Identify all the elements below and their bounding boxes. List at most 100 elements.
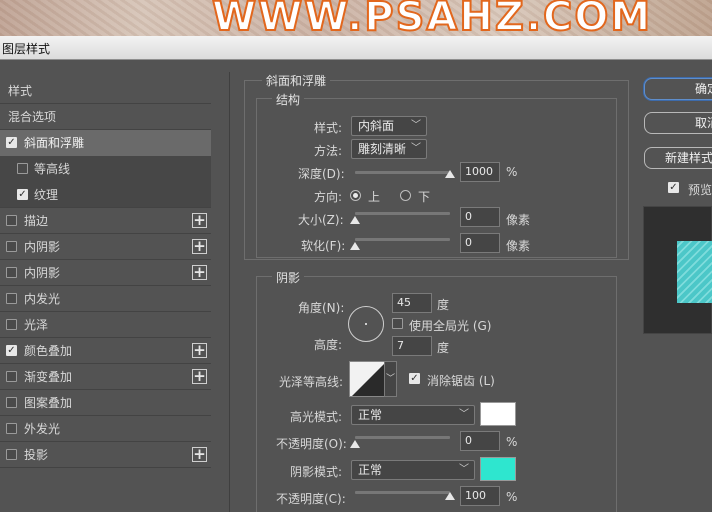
- checkbox-pattern-overlay[interactable]: [6, 397, 17, 408]
- sidebar-item-styles[interactable]: 样式: [0, 78, 211, 104]
- size-input[interactable]: 0: [460, 207, 500, 227]
- sidebar-item-label: 外发光: [24, 422, 61, 436]
- highlight-opacity-input[interactable]: 0: [460, 431, 500, 451]
- highlight-opacity-thumb[interactable]: [350, 440, 360, 448]
- angle-dial[interactable]: [348, 306, 384, 342]
- effects-sidebar: 样式 混合选项 ✓ 斜面和浮雕 等高线 ✓ 纹理 描边 + 内阴影 + 内阴影 …: [0, 78, 211, 512]
- checkbox-gradient-overlay[interactable]: [6, 371, 17, 382]
- shadow-mode-select[interactable]: 正常 ﹀: [351, 460, 475, 480]
- sidebar-item-inner-glow[interactable]: 内发光: [0, 286, 211, 312]
- sidebar-item-satin[interactable]: 光泽: [0, 312, 211, 338]
- style-label: 样式:: [314, 121, 343, 135]
- direction-up-radio[interactable]: [350, 190, 361, 201]
- add-effect-plus-icon[interactable]: +: [192, 213, 207, 228]
- sidebar-item-inner-shadow[interactable]: 内阴影 +: [0, 234, 211, 260]
- shadow-mode-value: 正常: [358, 463, 383, 477]
- depth-unit: %: [506, 165, 518, 179]
- style-select[interactable]: 内斜面 ﹀: [351, 116, 427, 136]
- depth-input[interactable]: 1000: [460, 162, 500, 182]
- checkbox-drop-shadow[interactable]: [6, 449, 17, 460]
- checkbox-color-overlay[interactable]: ✓: [6, 345, 17, 356]
- technique-label: 方法:: [314, 144, 343, 158]
- shadow-mode-label: 阴影模式:: [290, 465, 343, 479]
- sidebar-item-bevel-emboss[interactable]: ✓ 斜面和浮雕: [0, 130, 211, 156]
- checkbox-stroke[interactable]: [6, 215, 17, 226]
- checkbox-inner-shadow[interactable]: [6, 241, 17, 252]
- altitude-input[interactable]: 7: [392, 336, 432, 356]
- soften-input[interactable]: 0: [460, 233, 500, 253]
- direction-up-label: 上: [368, 190, 381, 204]
- shadow-opacity-track[interactable]: [355, 491, 450, 494]
- shadow-opacity-input[interactable]: 100: [460, 486, 500, 506]
- shadow-opacity-unit: %: [506, 490, 518, 504]
- sidebar-item-inner-shadow-2[interactable]: 内阴影 +: [0, 260, 211, 286]
- chevron-down-icon: ﹀: [459, 464, 469, 475]
- checkbox-outer-glow[interactable]: [6, 423, 17, 434]
- checkbox-texture[interactable]: ✓: [17, 189, 28, 200]
- sidebar-item-label: 样式: [8, 84, 33, 98]
- sidebar-item-outer-glow[interactable]: 外发光: [0, 416, 211, 442]
- shadow-color-swatch[interactable]: [480, 457, 516, 481]
- global-light-label: 使用全局光 (G): [409, 319, 492, 333]
- soften-slider-track[interactable]: [355, 238, 450, 241]
- antialias-checkbox[interactable]: ✓: [409, 373, 420, 384]
- sidebar-item-label: 内阴影: [24, 240, 61, 254]
- direction-down-radio[interactable]: [400, 190, 411, 201]
- highlight-color-swatch[interactable]: [480, 402, 516, 426]
- checkbox-bevel-emboss[interactable]: ✓: [6, 137, 17, 148]
- angle-input[interactable]: 45: [392, 293, 432, 313]
- depth-slider-thumb[interactable]: [445, 170, 455, 178]
- sidebar-item-texture[interactable]: ✓ 纹理: [0, 182, 211, 208]
- altitude-label: 高度:: [314, 338, 343, 352]
- gloss-contour-dropdown[interactable]: ﹀: [384, 361, 397, 397]
- add-effect-plus-icon[interactable]: +: [192, 369, 207, 384]
- add-effect-plus-icon[interactable]: +: [192, 265, 207, 280]
- sidebar-item-label: 光泽: [24, 318, 49, 332]
- sidebar-item-drop-shadow[interactable]: 投影 +: [0, 442, 211, 468]
- highlight-mode-value: 正常: [358, 408, 383, 422]
- ok-button[interactable]: 确定: [644, 78, 712, 100]
- shadow-opacity-label: 不透明度(C):: [276, 492, 346, 506]
- sidebar-item-pattern-overlay[interactable]: 图案叠加: [0, 390, 211, 416]
- sidebar-item-contour[interactable]: 等高线: [0, 156, 211, 182]
- gloss-contour-label: 光泽等高线:: [279, 375, 344, 389]
- size-label: 大小(Z):: [298, 213, 344, 227]
- sidebar-item-stroke[interactable]: 描边 +: [0, 208, 211, 234]
- shading-title: 阴影: [272, 269, 305, 286]
- cancel-button[interactable]: 取消: [644, 112, 712, 134]
- new-style-button[interactable]: 新建样式: [644, 147, 712, 169]
- dialog-titlebar: 图层样式: [0, 36, 712, 60]
- preview-label: 预览: [688, 183, 712, 197]
- sidebar-item-label: 图案叠加: [24, 396, 73, 410]
- checkbox-inner-glow[interactable]: [6, 293, 17, 304]
- add-effect-plus-icon[interactable]: +: [192, 447, 207, 462]
- bevel-emboss-title: 斜面和浮雕: [262, 72, 331, 89]
- depth-slider-track[interactable]: [355, 171, 450, 174]
- soften-slider-thumb[interactable]: [350, 242, 360, 250]
- checkbox-inner-shadow-2[interactable]: [6, 267, 17, 278]
- sidebar-item-color-overlay[interactable]: ✓ 颜色叠加 +: [0, 338, 211, 364]
- highlight-opacity-track[interactable]: [355, 436, 450, 439]
- preview-checkbox[interactable]: ✓: [668, 182, 679, 193]
- add-effect-plus-icon[interactable]: +: [192, 239, 207, 254]
- size-slider-thumb[interactable]: [350, 216, 360, 224]
- angle-unit: 度: [437, 298, 450, 312]
- shadow-opacity-thumb[interactable]: [445, 492, 455, 500]
- highlight-mode-select[interactable]: 正常 ﹀: [351, 405, 475, 425]
- global-light-checkbox[interactable]: [392, 318, 403, 329]
- watermark-banner: WWW.PSAHZ.COM: [0, 0, 712, 36]
- size-slider-track[interactable]: [355, 212, 450, 215]
- add-effect-plus-icon[interactable]: +: [192, 343, 207, 358]
- sidebar-item-blending-options[interactable]: 混合选项: [0, 104, 211, 130]
- checkbox-contour[interactable]: [17, 163, 28, 174]
- chevron-down-icon: ﹀: [459, 409, 469, 420]
- structure-title: 结构: [272, 91, 305, 108]
- direction-down-label: 下: [418, 190, 431, 204]
- panel-divider: [229, 72, 230, 512]
- technique-select[interactable]: 雕刻清晰 ﹀: [351, 139, 427, 159]
- direction-label: 方向:: [314, 190, 343, 204]
- sidebar-item-gradient-overlay[interactable]: 渐变叠加 +: [0, 364, 211, 390]
- checkbox-satin[interactable]: [6, 319, 17, 330]
- sidebar-item-label: 斜面和浮雕: [24, 136, 85, 150]
- gloss-contour-preview[interactable]: [349, 361, 385, 397]
